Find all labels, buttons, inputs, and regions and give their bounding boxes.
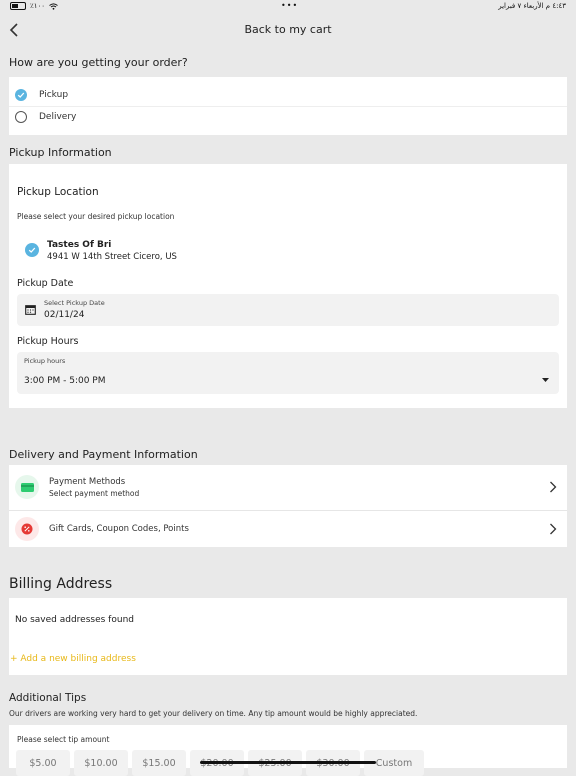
multitask-dots[interactable]: •••	[281, 1, 298, 10]
back-to-cart-title[interactable]: Back to my cart	[0, 23, 576, 36]
pickup-date-value: 02/11/24	[44, 310, 85, 320]
option-delivery[interactable]: Delivery	[9, 106, 567, 128]
radio-unchecked-icon[interactable]	[15, 111, 27, 123]
wifi-icon	[49, 2, 58, 10]
payment-methods-row[interactable]: Payment Methods Select payment method	[9, 469, 567, 505]
tips-title: Additional Tips	[9, 692, 87, 704]
option-delivery-label: Delivery	[39, 112, 77, 122]
billing-address-title: Billing Address	[9, 576, 113, 592]
payment-methods-title: Payment Methods	[49, 476, 126, 487]
status-datetime: ٤:٤٣ م الأربعاء ٧ فبراير	[498, 2, 566, 10]
option-pickup[interactable]: Pickup	[9, 84, 567, 106]
pickup-info-card: Pickup Location Please select your desir…	[9, 164, 567, 408]
pickup-hours-value: 3:00 PM - 5:00 PM	[24, 376, 106, 386]
calendar-icon	[25, 305, 36, 315]
add-billing-address-link[interactable]: + Add a new billing address	[10, 654, 136, 664]
pickup-hours-label: Pickup hours	[24, 357, 66, 365]
chevron-right-icon	[550, 481, 557, 493]
tips-description: Our drivers are working very hard to get…	[9, 709, 418, 718]
pickup-date-label: Select Pickup Date	[44, 299, 105, 307]
pickup-location-hint: Please select your desired pickup locati…	[17, 212, 175, 221]
dropdown-arrow-icon	[542, 378, 549, 382]
order-method-card: Pickup Delivery	[9, 77, 567, 135]
home-indicator[interactable]	[200, 761, 376, 764]
chevron-right-icon	[550, 523, 557, 535]
credit-card-icon	[15, 475, 39, 499]
pickup-date-title: Pickup Date	[17, 278, 74, 289]
delivery-payment-title: Delivery and Payment Information	[9, 448, 198, 461]
tip-option[interactable]: $5.00	[16, 750, 70, 776]
pickup-date-field[interactable]: Select Pickup Date 02/11/24	[17, 294, 559, 326]
status-bar: ٪١٠٠ ••• ٤:٤٣ م الأربعاء ٧ فبراير	[0, 0, 576, 14]
store-selected-check-icon[interactable]	[25, 243, 39, 257]
tip-option[interactable]: $15.00	[132, 750, 186, 776]
discount-tag-icon	[15, 517, 39, 541]
pickup-info-title: Pickup Information	[9, 146, 112, 159]
store-address: 4941 W 14th Street Cicero, US	[47, 252, 177, 262]
status-left: ٪١٠٠	[10, 2, 58, 10]
no-addresses-text: No saved addresses found	[15, 615, 134, 625]
store-name[interactable]: Tastes Of Bri	[47, 240, 111, 250]
battery-icon	[10, 2, 26, 10]
option-pickup-label: Pickup	[39, 90, 69, 100]
delivery-payment-card: Payment Methods Select payment method Gi…	[9, 465, 567, 547]
battery-percent: ٪١٠٠	[30, 2, 46, 10]
pickup-hours-select[interactable]: Pickup hours 3:00 PM - 5:00 PM	[17, 352, 559, 394]
tips-prompt: Please select tip amount	[17, 735, 110, 744]
nav-bar: Back to my cart	[0, 16, 576, 44]
tip-option[interactable]: $10.00	[74, 750, 128, 776]
order-method-question: How are you getting your order?	[9, 56, 188, 69]
pickup-hours-title: Pickup Hours	[17, 336, 79, 347]
gift-cards-title: Gift Cards, Coupon Codes, Points	[49, 524, 189, 534]
radio-checked-icon[interactable]	[15, 89, 27, 101]
gift-cards-row[interactable]: Gift Cards, Coupon Codes, Points	[9, 511, 567, 547]
payment-methods-subtitle: Select payment method	[49, 488, 140, 498]
pickup-location-title: Pickup Location	[17, 186, 99, 198]
billing-address-card: No saved addresses found + Add a new bil…	[9, 598, 567, 675]
